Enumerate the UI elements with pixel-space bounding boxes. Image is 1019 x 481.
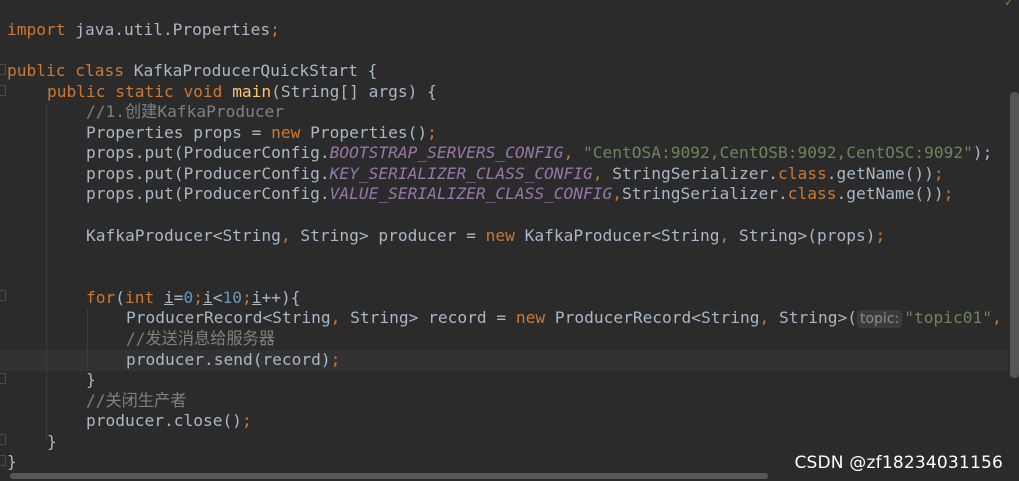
code-editor[interactable]: import java.util.Properties; public clas… — [0, 0, 1019, 481]
fold-marker[interactable] — [0, 434, 6, 445]
code-line-for-loop[interactable]: for(int i=0;i<10;i++){ — [86, 288, 300, 309]
parameter-hint: topic: — [856, 310, 903, 328]
code-line-put-bootstrap[interactable]: props.put(ProducerConfig.BOOTSTRAP_SERVE… — [86, 143, 992, 164]
indent-guide — [87, 308, 88, 368]
watermark: CSDN @zf18234031156 — [794, 453, 1003, 473]
fold-marker[interactable] — [0, 290, 6, 301]
indent-guide — [46, 102, 47, 442]
fold-marker[interactable] — [0, 64, 6, 75]
code-line-create-producer[interactable]: KafkaProducer<String, String> producer =… — [86, 226, 885, 247]
code-line-class-declaration[interactable]: public class KafkaProducerQuickStart { — [7, 61, 377, 82]
code-line-properties[interactable]: Properties props = new Properties(); — [86, 123, 437, 144]
fold-marker[interactable] — [0, 85, 6, 96]
code-line-put-value-serializer[interactable]: props.put(ProducerConfig.VALUE_SERIALIZE… — [86, 184, 953, 205]
vertical-scrollbar[interactable] — [1010, 92, 1019, 378]
code-line-close-main[interactable]: } — [47, 432, 57, 453]
fold-marker[interactable] — [0, 373, 6, 384]
fold-marker[interactable] — [0, 455, 6, 466]
code-line-producer-record[interactable]: ProducerRecord<String, String> record = … — [126, 308, 1002, 329]
code-line-main-method[interactable]: public static void main(String[] args) { — [47, 82, 437, 103]
code-line-comment-send[interactable]: //发送消息给服务器 — [126, 329, 275, 350]
code-line-comment-create-producer[interactable]: //1.创建KafkaProducer — [86, 102, 284, 123]
code-line-send[interactable]: producer.send(record); — [126, 350, 340, 371]
code-line-close-class[interactable]: } — [7, 452, 17, 473]
code-line-import[interactable]: import java.util.Properties; — [7, 20, 280, 41]
horizontal-scrollbar[interactable] — [10, 473, 768, 479]
code-line-close-for[interactable]: } — [86, 370, 96, 391]
check-icon[interactable]: ✓ — [1004, 0, 1014, 8]
code-line-put-key-serializer[interactable]: props.put(ProducerConfig.KEY_SERIALIZER_… — [86, 164, 944, 185]
code-line-comment-close[interactable]: //关闭生产者 — [86, 391, 186, 412]
code-line-producer-close[interactable]: producer.close(); — [86, 411, 252, 432]
